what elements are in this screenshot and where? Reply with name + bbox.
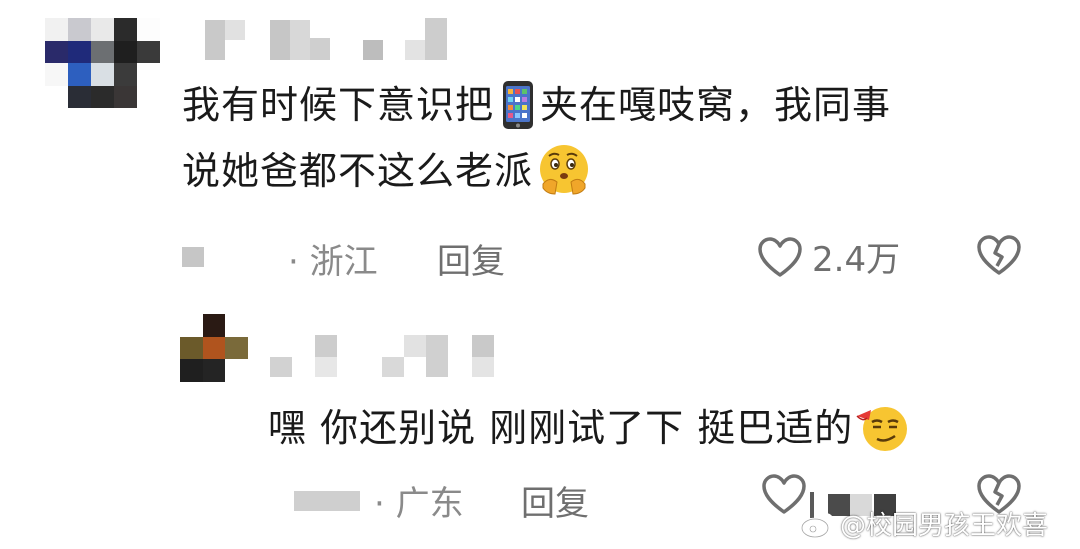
broken-heart-icon[interactable] xyxy=(975,233,1023,277)
avatar[interactable] xyxy=(45,18,160,108)
comment-location: · 浙江 xyxy=(288,242,378,282)
smirk-face-emoji-icon xyxy=(855,402,911,454)
comment-reply-button[interactable]: 回复 xyxy=(437,234,505,283)
comment-text-part-2: 夹在嘎吱窝，我同事 xyxy=(540,83,892,127)
reply-reply-button[interactable]: 回复 xyxy=(521,476,589,525)
comment-text-part-3: 说她爸都不这么老派 xyxy=(182,149,534,193)
comment-like-button[interactable]: 2.4万 xyxy=(756,232,900,281)
weibo-logo-icon xyxy=(800,509,836,539)
comment-like-count: 2.4万 xyxy=(812,240,901,280)
reply-text-content: 嘿 你还别说 刚刚试了下 挺巴适的 xyxy=(268,406,854,450)
weibo-watermark: @校园男孩王欢喜 xyxy=(800,505,1048,542)
reply-avatar[interactable] xyxy=(180,314,248,382)
heart-icon xyxy=(756,235,804,279)
phone-icon xyxy=(502,80,534,130)
watermark-text: @校园男孩王欢喜 xyxy=(840,511,1049,541)
comment-text: 我有时候下意识把 夹在嘎吱窝，我同事 说她爸都不这么老派 xyxy=(182,75,1022,201)
comment-text-line-2: 说她爸都不这么老派 xyxy=(182,141,1022,201)
username-blurred[interactable] xyxy=(205,18,455,63)
comment-time-blurred xyxy=(182,247,204,267)
thinking-face-emoji-icon xyxy=(535,142,593,200)
reply-time-blurred xyxy=(294,491,360,511)
reply-location: · 广东 xyxy=(374,484,464,524)
reply-username-blurred[interactable] xyxy=(270,335,530,380)
comment-text-line-1: 我有时候下意识把 夹在嘎吱窝，我同事 xyxy=(182,75,1022,135)
reply-text: 嘿 你还别说 刚刚试了下 挺巴适的 xyxy=(268,398,911,458)
comment-text-part-1: 我有时候下意识把 xyxy=(182,83,495,127)
